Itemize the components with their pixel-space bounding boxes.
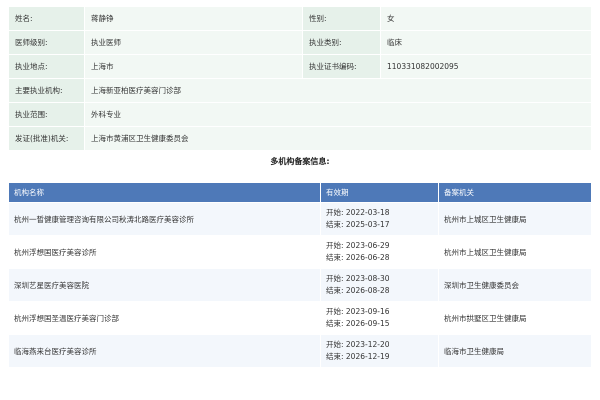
info-row: 发证(批准)机关: 上海市黄浦区卫生健康委员会 <box>8 126 592 151</box>
basic-info-table: 姓名: 蒋静铮 性别: 女医师级别: 执业医师 执业类别: 临床 执业地点: 上海市 执业证书编码… <box>8 6 592 151</box>
validity-cell: 开始: 2023-09-16 结束: 2026-09-15 <box>320 301 439 335</box>
table-row: 临海燕来台医疗美容诊所 开始: 2023-12-20 结束: 2026-12-19 临… <box>8 334 592 368</box>
filing-authority: 临海市卫生健康局 <box>438 334 592 368</box>
info-label: 发证(批准)机关: <box>8 126 85 151</box>
table-row: 杭州一皙健康管理咨询有限公司秋涛北路医疗美容诊所 开始: 2022-03-18 结束… <box>8 202 592 236</box>
validity-cell: 开始: 2022-03-18 结束: 2025-03-17 <box>320 202 439 236</box>
info-value: 女 <box>380 6 592 31</box>
info-label: 主要执业机构: <box>8 78 85 103</box>
multi-institution-body: 杭州一皙健康管理咨询有限公司秋涛北路医疗美容诊所 开始: 2022-03-18 结束… <box>8 202 592 368</box>
multi-institution-table: 机构名称 有效期 备案机关 杭州一皙健康管理咨询有限公司秋涛北路医疗美容诊所 开始… <box>8 182 592 368</box>
info-label: 性别: <box>302 6 381 31</box>
filing-authority: 杭州市上城区卫生健康局 <box>438 235 592 269</box>
col-header-authority: 备案机关 <box>438 182 592 203</box>
info-row: 执业地点: 上海市 执业证书编码: 110331082002095 <box>8 54 592 79</box>
table-row: 杭州浮想国圣温医疗美容门诊部 开始: 2023-09-16 结束: 2026-09-… <box>8 301 592 335</box>
institution-name: 杭州一皙健康管理咨询有限公司秋涛北路医疗美容诊所 <box>8 202 321 236</box>
info-row: 姓名: 蒋静铮 性别: 女 <box>8 6 592 31</box>
validity-cell: 开始: 2023-06-29 结束: 2026-06-28 <box>320 235 439 269</box>
validity-end: 结束: 2026-09-15 <box>326 319 390 328</box>
info-value: 蒋静铮 <box>84 6 303 31</box>
info-value: 110331082002095 <box>380 54 592 79</box>
validity-start: 开始: 2022-03-18 <box>326 208 390 217</box>
validity-start: 开始: 2023-06-29 <box>326 241 390 250</box>
validity-start: 开始: 2023-08-30 <box>326 274 390 283</box>
info-label: 医师级别: <box>8 30 85 55</box>
page: 姓名: 蒋静铮 性别: 女医师级别: 执业医师 执业类别: 临床 执业地点: 上海市 执业证书编码… <box>8 6 592 368</box>
multi-institution-title: 多机构备案信息: <box>270 157 330 166</box>
info-value: 执业医师 <box>84 30 303 55</box>
validity-end: 结束: 2025-03-17 <box>326 220 390 229</box>
info-label: 执业证书编码: <box>302 54 381 79</box>
validity-end: 结束: 2026-08-28 <box>326 286 390 295</box>
info-row: 执业范围: 外科专业 <box>8 102 592 127</box>
institution-name: 临海燕来台医疗美容诊所 <box>8 334 321 368</box>
info-value: 上海市 <box>84 54 303 79</box>
validity-cell: 开始: 2023-08-30 结束: 2026-08-28 <box>320 268 439 302</box>
info-value: 外科专业 <box>84 102 592 127</box>
info-value: 上海新亚柏医疗美容门诊部 <box>84 78 592 103</box>
institution-name: 深圳艺星医疗美容医院 <box>8 268 321 302</box>
table-row: 深圳艺星医疗美容医院 开始: 2023-08-30 结束: 2026-08-28 深圳… <box>8 268 592 302</box>
info-label: 执业类别: <box>302 30 381 55</box>
col-header-validity: 有效期 <box>320 182 439 203</box>
info-label: 执业范围: <box>8 102 85 127</box>
table-header-row: 机构名称 有效期 备案机关 <box>8 182 592 203</box>
basic-info-body: 姓名: 蒋静铮 性别: 女医师级别: 执业医师 执业类别: 临床 执业地点: 上海市 执业证书编码… <box>8 6 592 151</box>
filing-authority: 杭州市拱墅区卫生健康局 <box>438 301 592 335</box>
info-row: 医师级别: 执业医师 执业类别: 临床 <box>8 30 592 55</box>
info-value: 临床 <box>380 30 592 55</box>
institution-name: 杭州浮想国医疗美容诊所 <box>8 235 321 269</box>
validity-start: 开始: 2023-09-16 <box>326 307 390 316</box>
validity-end: 结束: 2026-06-28 <box>326 253 390 262</box>
validity-start: 开始: 2023-12-20 <box>326 340 390 349</box>
info-row: 主要执业机构: 上海新亚柏医疗美容门诊部 <box>8 78 592 103</box>
filing-authority: 深圳市卫生健康委员会 <box>438 268 592 302</box>
table-row: 杭州浮想国医疗美容诊所 开始: 2023-06-29 结束: 2026-06-28 杭… <box>8 235 592 269</box>
info-value: 上海市黄浦区卫生健康委员会 <box>84 126 592 151</box>
info-label: 姓名: <box>8 6 85 31</box>
col-header-institution: 机构名称 <box>8 182 321 203</box>
info-label: 执业地点: <box>8 54 85 79</box>
institution-name: 杭州浮想国圣温医疗美容门诊部 <box>8 301 321 335</box>
validity-end: 结束: 2026-12-19 <box>326 352 390 361</box>
filing-authority: 杭州市上城区卫生健康局 <box>438 202 592 236</box>
validity-cell: 开始: 2023-12-20 结束: 2026-12-19 <box>320 334 439 368</box>
